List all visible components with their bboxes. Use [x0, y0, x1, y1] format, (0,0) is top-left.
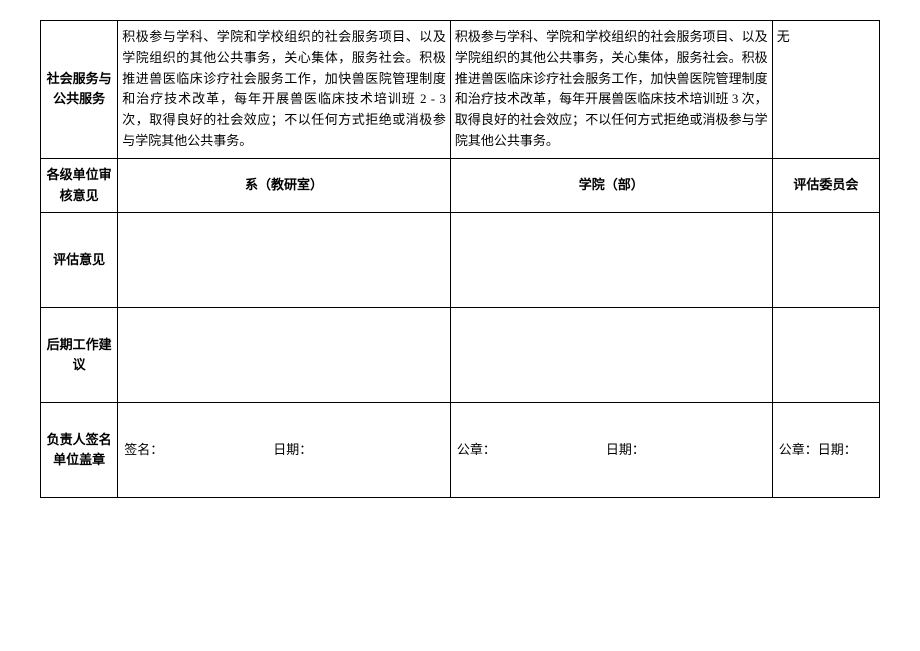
text-sign-label: 签名：	[124, 442, 163, 457]
cell-suggestion-committee	[772, 308, 879, 403]
label-signature: 负责人签名单位盖章	[41, 403, 118, 498]
cell-social-text1: 积极参与学科、学院和学校组织的社会服务项目、以及学院组织的其他公共事务，关心集体…	[118, 21, 451, 159]
label-social-service: 社会服务与公共服务	[41, 21, 118, 159]
header-committee: 评估委员会	[772, 158, 879, 213]
evaluation-table: 社会服务与公共服务 积极参与学科、学院和学校组织的社会服务项目、以及学院组织的其…	[40, 20, 880, 498]
row-signature: 负责人签名单位盖章 签名：日期： 公章：日期： 公章：日期：	[41, 403, 880, 498]
row-evaluation-opinion: 评估意见	[41, 213, 880, 308]
text-date-label-2: 日期：	[606, 442, 645, 457]
cell-social-text2: 积极参与学科、学院和学校组织的社会服务项目、以及学院组织的其他公共事务，关心集体…	[450, 21, 772, 159]
cell-opinion-committee	[772, 213, 879, 308]
label-evaluation-opinion: 评估意见	[41, 213, 118, 308]
label-review-units: 各级单位审核意见	[41, 158, 118, 213]
row-later-suggestion: 后期工作建议	[41, 308, 880, 403]
cell-sign-dept: 签名： 日期：	[118, 403, 451, 498]
row-social-service: 社会服务与公共服务 积极参与学科、学院和学校组织的社会服务项目、以及学院组织的其…	[41, 21, 880, 159]
text-date-label: 日期：	[273, 442, 312, 457]
header-department: 系（教研室）	[118, 158, 451, 213]
cell-suggestion-dept	[118, 308, 451, 403]
label-later-suggestion: 后期工作建议	[41, 308, 118, 403]
header-college: 学院（部）	[450, 158, 772, 213]
cell-social-text3: 无	[772, 21, 879, 159]
cell-sign-college: 公章： 日期：	[450, 403, 772, 498]
cell-sign-committee: 公章：日期：	[772, 403, 879, 498]
cell-opinion-college	[450, 213, 772, 308]
row-review-header: 各级单位审核意见 系（教研室） 学院（部） 评估委员会	[41, 158, 880, 213]
cell-suggestion-college	[450, 308, 772, 403]
cell-opinion-dept	[118, 213, 451, 308]
text-seal-label: 公章：	[457, 442, 496, 457]
